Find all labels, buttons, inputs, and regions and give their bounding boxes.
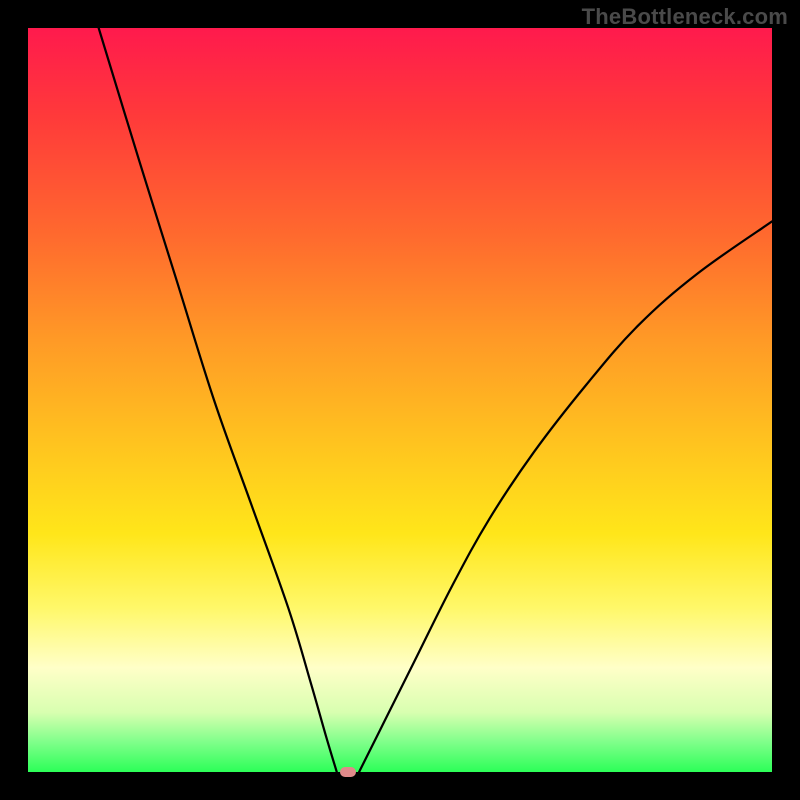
- plot-area: [28, 28, 772, 772]
- curve-left: [99, 28, 337, 772]
- watermark-text: TheBottleneck.com: [582, 4, 788, 30]
- chart-frame: TheBottleneck.com: [0, 0, 800, 800]
- curve-right: [359, 221, 772, 772]
- curve-svg: [28, 28, 772, 772]
